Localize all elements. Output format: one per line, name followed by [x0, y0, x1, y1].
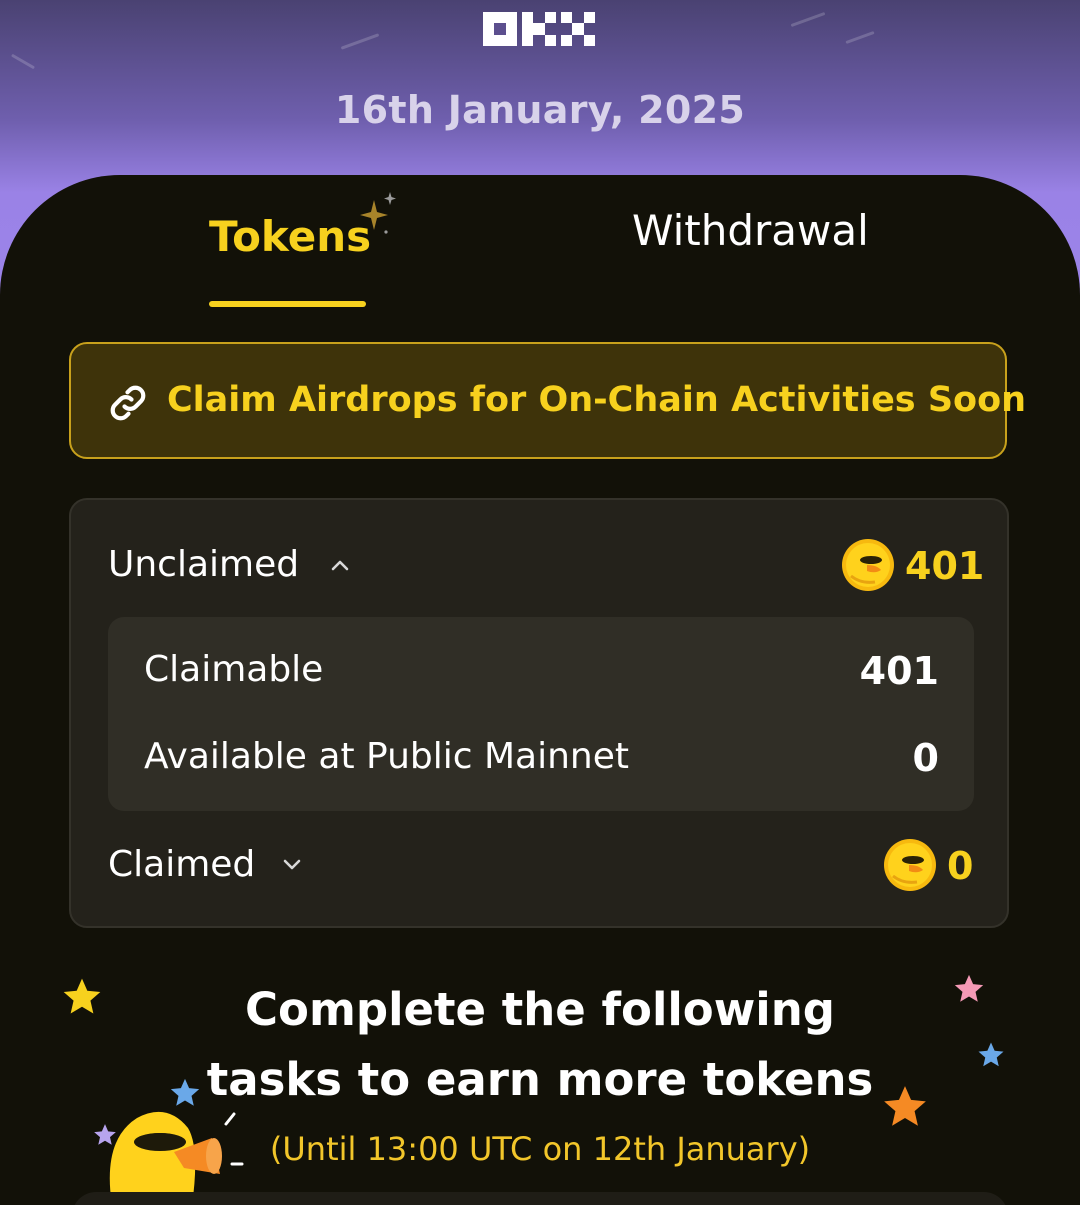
app-screen: 16th January, 2025 Tokens Withdrawal Cla…: [0, 0, 1080, 1205]
unclaimed-breakdown: Claimable 401 Available at Public Mainne…: [108, 617, 974, 811]
unclaimed-label[interactable]: Unclaimed: [108, 544, 299, 585]
chevron-down-icon[interactable]: [280, 852, 304, 876]
claimed-amount: 0: [947, 844, 974, 888]
unclaimed-amount: 401: [905, 544, 985, 588]
duck-coin-icon: [884, 839, 936, 891]
duck-coin-icon: [842, 539, 894, 591]
token-balance-card: Unclaimed 401 Claimable 401 Available at…: [69, 498, 1009, 928]
banner-text: Claim Airdrops for On-Chain Activities S…: [167, 380, 1027, 420]
active-tab-indicator: [209, 301, 366, 307]
okx-logo: [483, 12, 595, 46]
next-card-edge: [72, 1192, 1008, 1205]
yellow-star-icon: [63, 978, 101, 1014]
public-mainnet-label: Available at Public Mainnet: [144, 736, 630, 777]
header-streak: [845, 30, 875, 45]
claimed-label[interactable]: Claimed: [108, 844, 255, 885]
date-label: 16th January, 2025: [334, 88, 746, 132]
sparkle-icon: [360, 192, 396, 234]
claimable-label: Claimable: [144, 649, 324, 690]
pink-star-icon: [954, 974, 984, 1002]
header-streak: [340, 33, 380, 50]
tab-tokens[interactable]: Tokens: [209, 212, 371, 261]
tab-withdrawal[interactable]: Withdrawal: [632, 206, 869, 255]
orange-star-icon: [884, 1086, 926, 1126]
duck-megaphone-mascot: [109, 1111, 244, 1205]
blue-star-icon: [978, 1042, 1004, 1067]
chevron-up-icon[interactable]: [328, 554, 352, 578]
claim-airdrops-banner[interactable]: Claim Airdrops for On-Chain Activities S…: [69, 342, 1026, 459]
link-icon: [110, 385, 146, 421]
tasks-heading-line1: Complete the following: [245, 983, 835, 1036]
public-mainnet-value: 0: [912, 736, 939, 780]
claimable-value: 401: [859, 649, 939, 693]
header-streak: [10, 53, 36, 70]
header-streak: [790, 11, 826, 28]
